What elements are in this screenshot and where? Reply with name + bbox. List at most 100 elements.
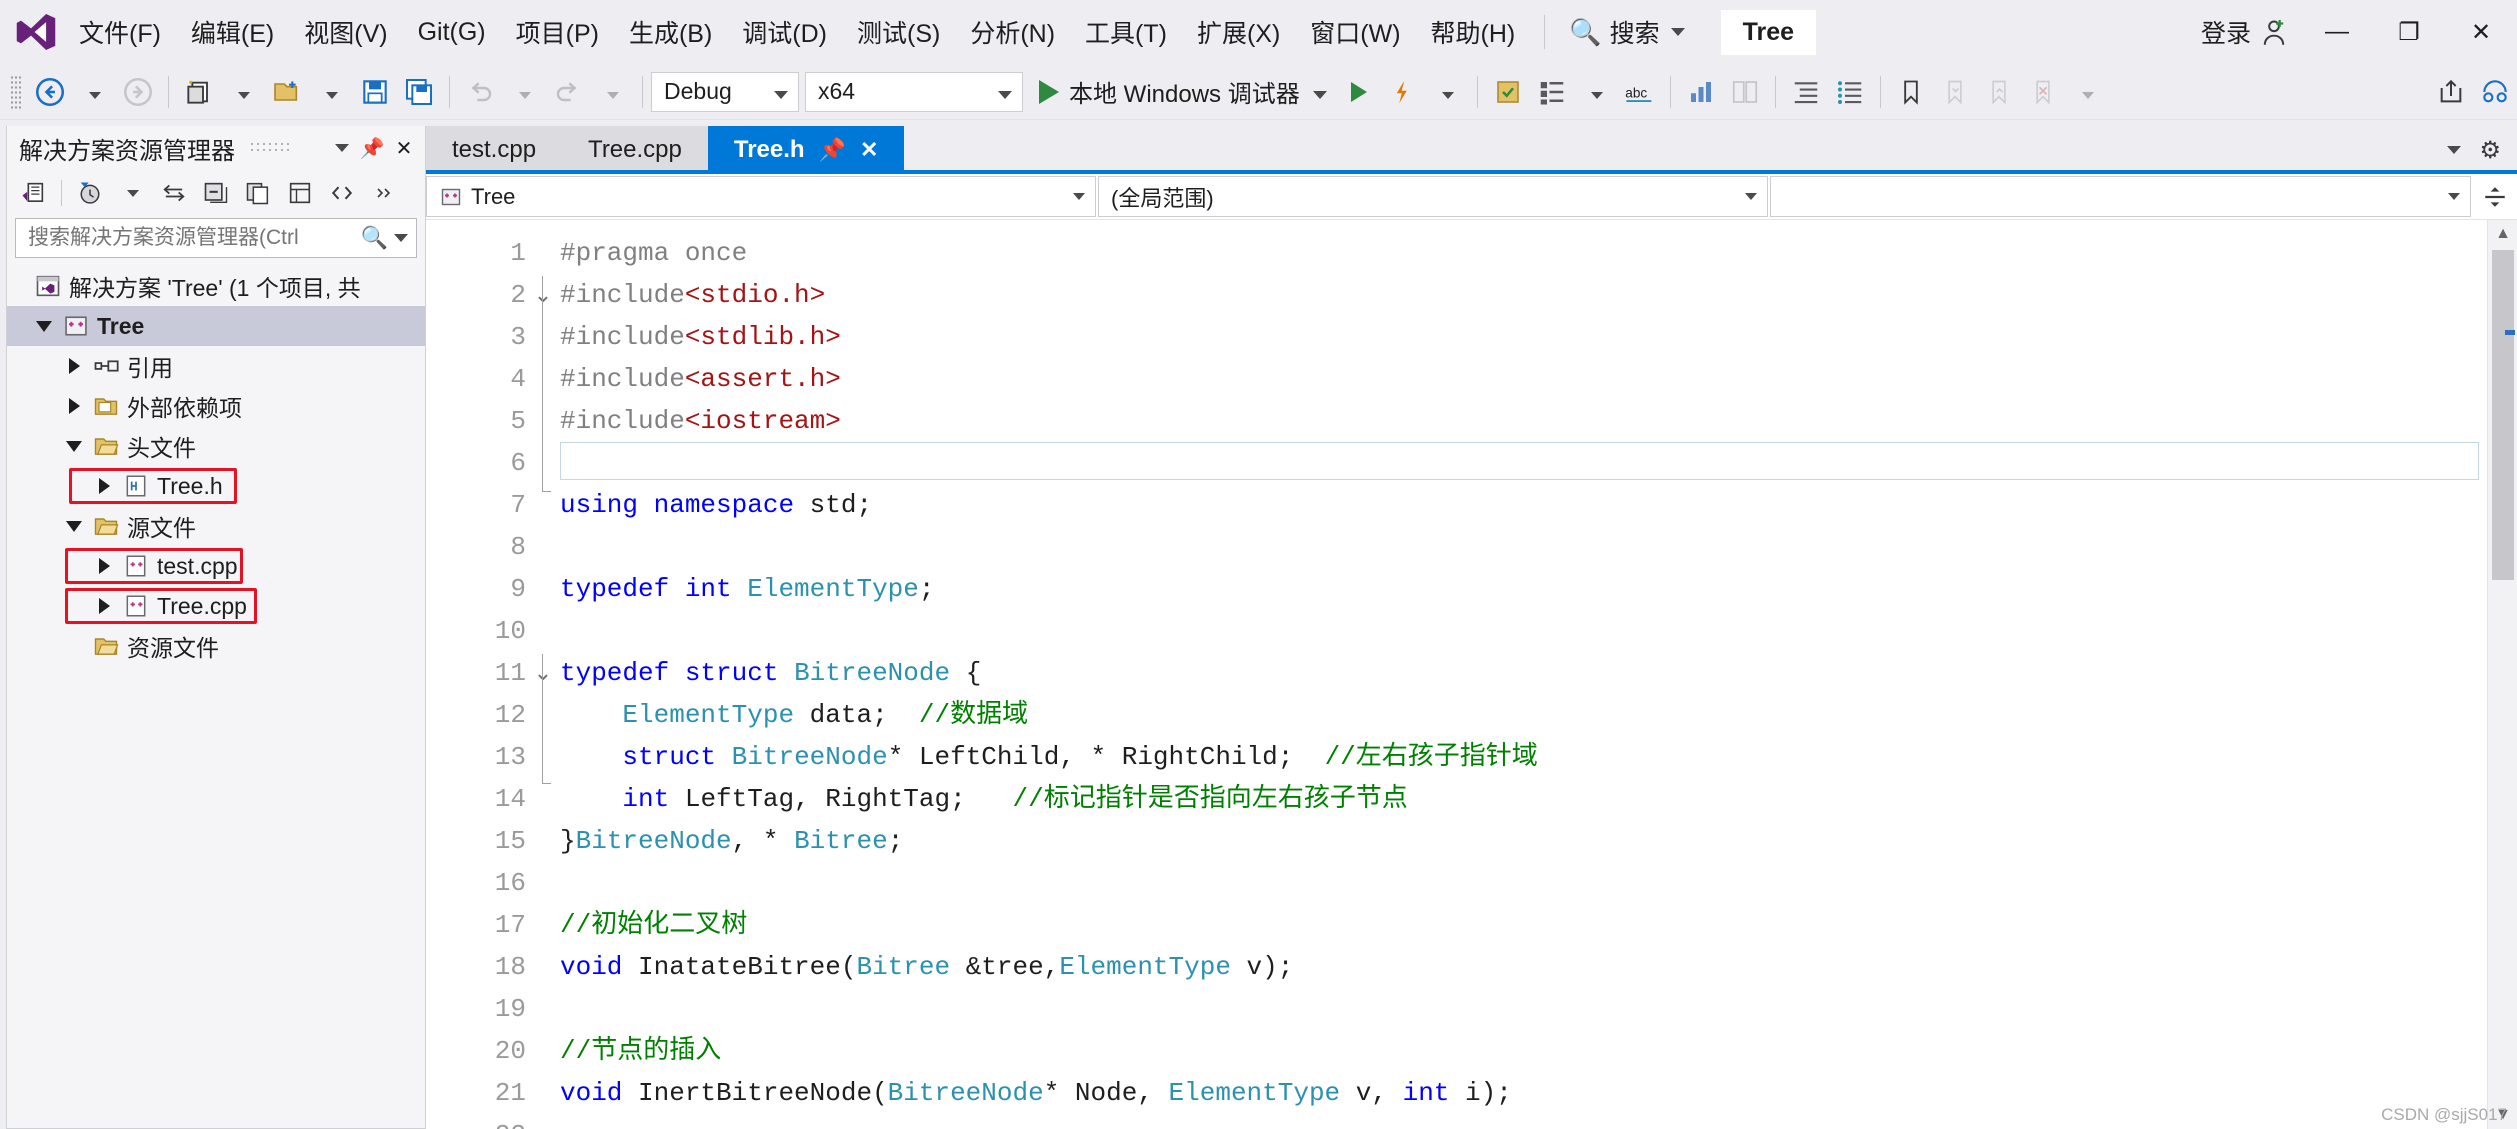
toolbar-overflow-icon[interactable]	[2065, 70, 2109, 114]
menu-file[interactable]: 文件(F)	[64, 8, 176, 56]
fold-column[interactable]: ⌄ ⌄	[526, 220, 560, 1129]
toggle-all-dropdown[interactable]	[1574, 70, 1618, 114]
close-icon[interactable]: ✕	[860, 137, 878, 163]
code-line[interactable]: //节点的插入	[560, 1030, 2487, 1072]
tree-item-test-cpp[interactable]: test.cpp	[7, 546, 425, 586]
expander-closed-icon[interactable]	[89, 598, 119, 614]
code-line[interactable]: int LeftTag, RightTag; //标记指针是否指向左右孩子节点	[560, 778, 2487, 820]
maximize-button[interactable]: ❐	[2373, 0, 2445, 64]
hot-reload-dropdown[interactable]	[1425, 70, 1469, 114]
code-line[interactable]	[560, 862, 2487, 904]
home-icon[interactable]	[13, 174, 53, 212]
show-all-files-icon[interactable]	[238, 174, 278, 212]
compare-icon[interactable]	[1723, 70, 1767, 114]
scroll-up-icon[interactable]: ▲	[2488, 220, 2517, 248]
panel-drag-handle[interactable]	[249, 141, 291, 155]
tree-item-resource-files[interactable]: 资源文件	[7, 626, 425, 666]
menu-edit[interactable]: 编辑(E)	[176, 8, 289, 56]
code-line[interactable]: //初始化二叉树	[560, 904, 2487, 946]
menu-git[interactable]: Git(G)	[403, 12, 501, 53]
member-dropdown[interactable]: (全局范围)	[1098, 176, 1768, 217]
toolbar-grip[interactable]	[10, 74, 22, 109]
menu-debug[interactable]: 调试(D)	[727, 8, 842, 56]
code-line[interactable]: struct BitreeNode* LeftChild, * RightChi…	[560, 736, 2487, 778]
menu-window[interactable]: 窗口(W)	[1295, 8, 1415, 56]
tree-item-header-files-folder[interactable]: 头文件	[7, 426, 425, 466]
expander-closed-icon[interactable]	[59, 398, 89, 414]
chart-icon[interactable]	[1679, 70, 1723, 114]
tab-test-cpp[interactable]: test.cpp	[426, 126, 563, 174]
start-without-debugging-icon[interactable]	[1337, 70, 1381, 114]
platform-dropdown[interactable]: x64	[805, 71, 1023, 112]
code-line[interactable]: #include<stdlib.h>	[560, 316, 2487, 358]
chevron-down-icon[interactable]	[2447, 146, 2462, 154]
menu-tools[interactable]: 工具(T)	[1070, 8, 1182, 56]
code-line[interactable]: #include<iostream>	[560, 400, 2487, 442]
search-icon[interactable]: 🔍	[361, 225, 388, 251]
save-icon[interactable]	[353, 70, 397, 114]
open-file-icon[interactable]	[265, 70, 309, 114]
vertical-scrollbar[interactable]: ▲ ▼	[2487, 220, 2517, 1129]
open-file-dropdown[interactable]	[309, 70, 353, 114]
menu-analyze[interactable]: 分析(N)	[955, 8, 1070, 56]
code-line[interactable]: void InatateBitree(Bitree &tree,ElementT…	[560, 946, 2487, 988]
menu-extensions[interactable]: 扩展(X)	[1182, 8, 1295, 56]
abc-icon[interactable]: abc	[1618, 70, 1662, 114]
navigate-forward-icon[interactable]	[116, 70, 160, 114]
tree-item-external-dependencies[interactable]: 外部依赖项	[7, 386, 425, 426]
code-line[interactable]: using namespace std;	[560, 484, 2487, 526]
overflow-icon[interactable]	[364, 174, 404, 212]
tree-item-project-tree[interactable]: Tree	[7, 306, 425, 346]
close-icon[interactable]: ✕	[391, 133, 417, 163]
expander-open-icon[interactable]	[59, 440, 89, 452]
indent-icon[interactable]	[1784, 70, 1828, 114]
next-bookmark-icon[interactable]	[1977, 70, 2021, 114]
scope-dropdown[interactable]: Tree	[426, 176, 1096, 217]
expander-open-icon[interactable]	[59, 520, 89, 532]
code-line[interactable]: void InertBitreeNode(BitreeNode* Node, E…	[560, 1072, 2487, 1114]
bookmark-icon[interactable]	[1889, 70, 1933, 114]
new-item-icon[interactable]	[177, 70, 221, 114]
hot-reload-icon[interactable]	[1381, 70, 1425, 114]
tab-tree-h[interactable]: Tree.h 📌 ✕	[707, 126, 905, 174]
code-line[interactable]: #include<assert.h>	[560, 358, 2487, 400]
tree-item-solution[interactable]: 解决方案 'Tree' (1 个项目, 共	[7, 266, 425, 306]
collapse-all-icon[interactable]	[196, 174, 236, 212]
code-line[interactable]	[560, 1114, 2487, 1129]
code-line[interactable]: typedef int ElementType;	[560, 568, 2487, 610]
code-line[interactable]	[560, 610, 2487, 652]
panel-menu-icon[interactable]	[327, 133, 353, 163]
code-editor[interactable]: 12345678910111213141516171819202122 ⌄⌄ #…	[426, 220, 2517, 1129]
configuration-dropdown[interactable]: Debug	[651, 71, 799, 112]
save-all-icon[interactable]	[397, 70, 441, 114]
clear-bookmarks-icon[interactable]	[2021, 70, 2065, 114]
solution-explorer-search[interactable]: 🔍	[15, 218, 417, 258]
outline-icon[interactable]	[1828, 70, 1872, 114]
tree-item-references[interactable]: 引用	[7, 346, 425, 386]
code-line[interactable]	[560, 988, 2487, 1030]
menu-view[interactable]: 视图(V)	[289, 8, 402, 56]
global-search[interactable]: 🔍 搜索	[1559, 10, 1694, 54]
prev-bookmark-icon[interactable]	[1933, 70, 1977, 114]
expander-open-icon[interactable]	[29, 320, 59, 332]
chevron-down-icon[interactable]	[394, 234, 408, 242]
start-debugging-button[interactable]: 本地 Windows 调试器	[1029, 70, 1337, 114]
code-line[interactable]: #include<queue>	[560, 442, 2487, 484]
pin-icon[interactable]: 📌	[819, 137, 846, 163]
select-tool-icon[interactable]	[1486, 70, 1530, 114]
tree-item-tree-cpp[interactable]: Tree.cpp	[7, 586, 425, 626]
properties-icon[interactable]	[280, 174, 320, 212]
expander-closed-icon[interactable]	[89, 478, 119, 494]
tab-tree-cpp[interactable]: Tree.cpp	[562, 126, 708, 174]
code-line[interactable]: #pragma once	[560, 232, 2487, 274]
code-content[interactable]: #pragma once #include<stdio.h> #include<st…	[560, 220, 2487, 1129]
menu-build[interactable]: 生成(B)	[614, 8, 727, 56]
breakpoint-gutter[interactable]	[426, 220, 442, 1129]
redo-dropdown[interactable]	[590, 70, 634, 114]
scrollbar-thumb[interactable]	[2492, 250, 2514, 580]
pending-changes-icon[interactable]	[70, 174, 110, 212]
code-line[interactable]: #include<stdio.h>	[560, 274, 2487, 316]
fold-toggle-icon[interactable]: ⌄	[526, 274, 560, 316]
expand-icon[interactable]	[2473, 174, 2517, 219]
third-dropdown[interactable]	[1770, 176, 2471, 217]
